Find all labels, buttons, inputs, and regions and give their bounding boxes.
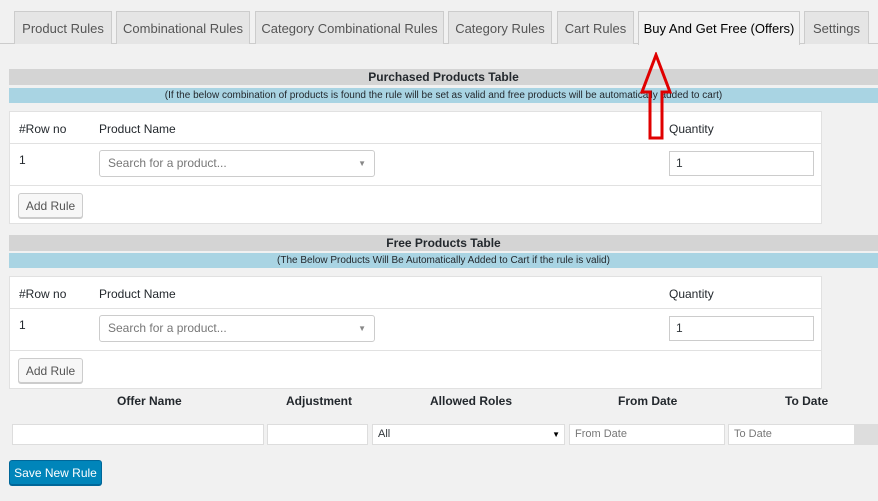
from-date-input[interactable]: From Date [569, 424, 725, 445]
table-header-row: #Row no Product Name Quantity [10, 277, 821, 309]
adjustment-input[interactable] [267, 424, 368, 445]
table-row: 1 Search for a product... ▼ 1 [10, 144, 821, 186]
tab-category-combinational-rules[interactable]: Category Combinational Rules [255, 11, 444, 44]
save-new-rule-button[interactable]: Save New Rule [9, 460, 102, 485]
allowed-roles-label: Allowed Roles [430, 394, 513, 408]
product-search-placeholder: Search for a product... [108, 321, 227, 335]
table-row: 1 Search for a product... ▼ 1 [10, 309, 821, 351]
product-search-placeholder: Search for a product... [108, 156, 227, 170]
add-rule-button[interactable]: Add Rule [18, 358, 83, 383]
col-product-name: Product Name [99, 287, 176, 301]
tab-combinational-rules[interactable]: Combinational Rules [116, 11, 250, 44]
purchased-products-table: #Row no Product Name Quantity 1 Search f… [9, 111, 822, 224]
allowed-roles-select[interactable]: All ▼ [372, 424, 565, 445]
col-row-no: #Row no [19, 287, 67, 301]
purchased-table-title: Purchased Products Table [9, 69, 878, 85]
tab-product-rules[interactable]: Product Rules [14, 11, 112, 44]
settings-tabs: Product Rules Combinational Rules Catego… [0, 11, 878, 45]
allowed-roles-value: All [378, 428, 391, 440]
tab-cart-rules[interactable]: Cart Rules [557, 11, 634, 44]
quantity-input[interactable]: 1 [669, 151, 814, 176]
add-rule-button[interactable]: Add Rule [18, 193, 83, 218]
chevron-down-icon: ▼ [552, 430, 560, 439]
col-quantity: Quantity [669, 287, 714, 301]
row-number: 1 [19, 153, 26, 167]
adjustment-label: Adjustment [286, 394, 352, 408]
free-table-note: (The Below Products Will Be Automaticall… [9, 253, 878, 268]
quantity-input[interactable]: 1 [669, 316, 814, 341]
offer-name-label: Offer Name [117, 394, 182, 408]
tab-buy-and-get-free[interactable]: Buy And Get Free (Offers) [638, 11, 800, 45]
free-table-title: Free Products Table [9, 235, 878, 251]
table-header-row: #Row no Product Name Quantity [10, 112, 821, 144]
from-date-label: From Date [618, 394, 678, 408]
col-product-name: Product Name [99, 122, 176, 136]
free-products-table: #Row no Product Name Quantity 1 Search f… [9, 276, 822, 389]
chevron-down-icon: ▼ [358, 159, 366, 168]
tab-category-rules[interactable]: Category Rules [448, 11, 552, 44]
annotation-arrow-icon [639, 52, 673, 140]
chevron-down-icon: ▼ [358, 324, 366, 333]
offer-name-input[interactable] [12, 424, 264, 445]
col-quantity: Quantity [669, 122, 714, 136]
tab-settings[interactable]: Settings [804, 11, 869, 44]
col-row-no: #Row no [19, 122, 67, 136]
product-search-select[interactable]: Search for a product... ▼ [99, 315, 375, 342]
to-date-input[interactable]: To Date [728, 424, 855, 445]
row-number: 1 [19, 318, 26, 332]
product-search-select[interactable]: Search for a product... ▼ [99, 150, 375, 177]
to-date-field-edge [855, 424, 878, 445]
to-date-label: To Date [785, 394, 829, 408]
purchased-table-note: (If the below combination of products is… [9, 88, 878, 103]
